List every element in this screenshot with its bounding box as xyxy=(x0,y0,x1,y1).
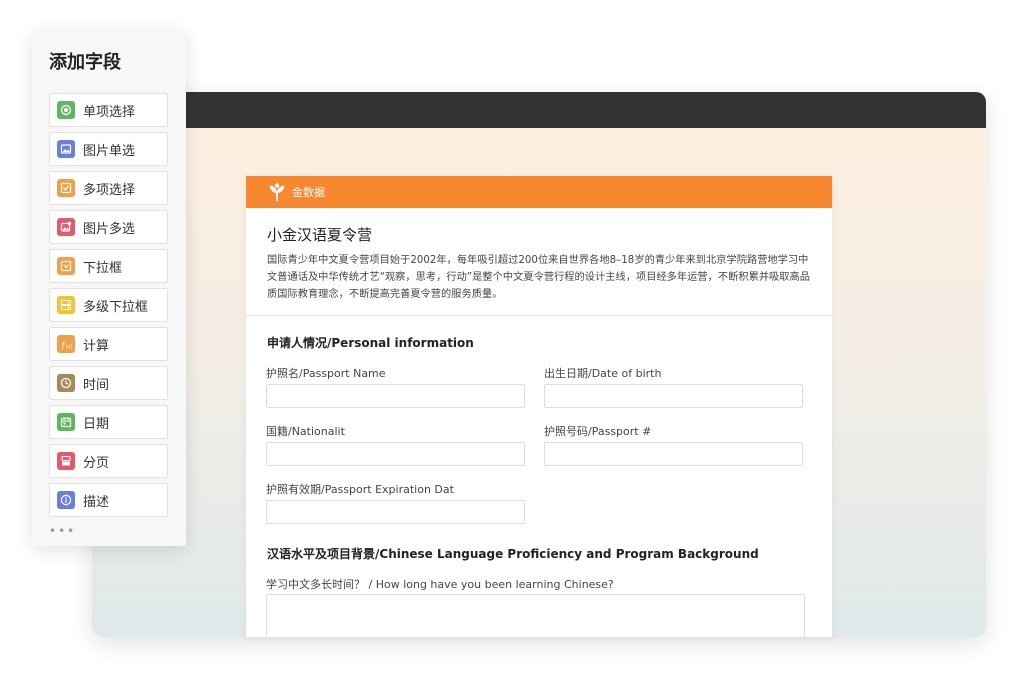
label-passport-number: 护照号码/Passport # xyxy=(544,425,652,438)
field-item-multi-dropdown[interactable]: 多级下拉框 xyxy=(49,288,168,322)
field-item-image-multi[interactable]: 图片多选 xyxy=(49,210,168,244)
section-title-personal: 申请人情况/Personal information xyxy=(267,336,474,350)
calendar-icon xyxy=(57,413,75,431)
dropdown-icon xyxy=(57,257,75,275)
field-item-dropdown[interactable]: 下拉框 xyxy=(49,249,168,283)
label-passport-expiration: 护照有效期/Passport Expiration Dat xyxy=(266,483,454,496)
field-item-label: 日期 xyxy=(83,416,110,432)
field-item-label: 图片单选 xyxy=(83,143,136,159)
field-item-multi-choice[interactable]: 多项选择 xyxy=(49,171,168,205)
field-item-label: 图片多选 xyxy=(83,221,136,237)
field-item-label: 多项选择 xyxy=(83,182,136,198)
passport-number-input[interactable] xyxy=(544,442,803,466)
svg-text:(x): (x) xyxy=(66,344,73,350)
add-field-panel: 添加字段 单项选择 图片单选 多项选择 图片多选 下拉框 多级下拉框 f (x)… xyxy=(32,30,186,546)
field-item-label: 计算 xyxy=(83,338,110,354)
field-item-pagination[interactable]: 分页 xyxy=(49,444,168,478)
field-item-single-choice[interactable]: 单项选择 xyxy=(49,93,168,127)
field-item-image-single[interactable]: 图片单选 xyxy=(49,132,168,166)
field-item-description[interactable]: 描述 xyxy=(49,483,168,517)
form-title: 小金汉语夏令营 xyxy=(267,226,373,244)
learning-duration-textarea[interactable] xyxy=(266,594,805,637)
label-date-of-birth: 出生日期/Date of birth xyxy=(544,367,662,380)
field-item-time[interactable]: 时间 xyxy=(49,366,168,400)
form-header: 金数据 xyxy=(246,176,832,208)
clock-icon xyxy=(57,374,75,392)
window-title-bar xyxy=(92,92,986,128)
function-icon: f (x) xyxy=(57,335,75,353)
field-item-label: 描述 xyxy=(83,494,110,510)
nationality-input[interactable] xyxy=(266,442,525,466)
label-passport-name: 护照名/Passport Name xyxy=(266,367,386,380)
form-description: 国际青少年中文夏令营项目始于2002年，每年吸引超过200位来自世界各地8–18… xyxy=(267,255,810,300)
form-card: 金数据 小金汉语夏令营 国际青少年中文夏令营项目始于2002年，每年吸引超过20… xyxy=(246,176,832,637)
divider xyxy=(246,315,832,316)
more-fields-icon[interactable]: ••• xyxy=(49,525,76,537)
field-item-calculation[interactable]: f (x) 计算 xyxy=(49,327,168,361)
panel-title: 添加字段 xyxy=(49,52,121,73)
radio-icon xyxy=(57,101,75,119)
field-item-date[interactable]: 日期 xyxy=(49,405,168,439)
brand-name: 金数据 xyxy=(292,186,325,199)
field-item-label: 时间 xyxy=(83,377,110,393)
pagination-icon xyxy=(57,452,75,470)
info-icon xyxy=(57,491,75,509)
label-nationality: 国籍/Nationalit xyxy=(266,425,345,438)
image-single-icon xyxy=(57,140,75,158)
passport-expiration-input[interactable] xyxy=(266,500,525,524)
section-title-language: 汉语水平及项目背景/Chinese Language Proficiency a… xyxy=(267,547,759,561)
field-item-label: 多级下拉框 xyxy=(83,299,149,315)
image-multi-icon xyxy=(57,218,75,236)
brand-logo-icon xyxy=(269,183,285,202)
date-of-birth-input[interactable] xyxy=(544,384,803,408)
passport-name-input[interactable] xyxy=(266,384,525,408)
field-item-label: 分页 xyxy=(83,455,110,471)
checkbox-icon xyxy=(57,179,75,197)
label-learning-duration: 学习中文多长时间？ / How long have you been learn… xyxy=(266,578,614,591)
field-item-label: 单项选择 xyxy=(83,104,136,120)
multi-dropdown-icon xyxy=(57,296,75,314)
field-item-label: 下拉框 xyxy=(83,260,123,276)
